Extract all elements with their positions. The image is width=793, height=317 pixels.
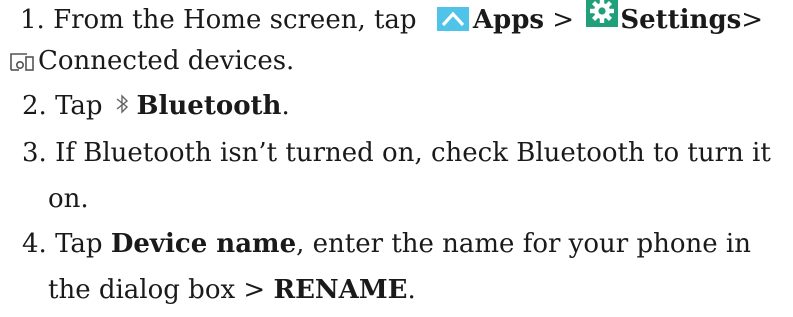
- connected-devices-icon: [8, 46, 36, 71]
- rename-label: RENAME: [273, 275, 408, 305]
- step-3-continuation: on.: [48, 184, 89, 214]
- step-4-number: 4.: [22, 229, 47, 259]
- step-3-line-1: 3. If Bluetooth isn’t turned on, check B…: [22, 133, 771, 173]
- step-4-continuation: the dialog box >: [48, 275, 266, 305]
- step-4-line-2: the dialog box > RENAME.: [48, 270, 416, 310]
- step-2-number: 2.: [22, 91, 47, 121]
- separator: >: [552, 5, 575, 35]
- step-4-text-b: , enter the name for your phone in: [296, 229, 751, 259]
- settings-gear-icon: [586, 0, 619, 27]
- step-1-number: 1.: [20, 5, 45, 35]
- step-3-number: 3.: [22, 138, 47, 168]
- step-2: 2. Tap Bluetooth.: [22, 86, 290, 126]
- step-1-line-2: Connected devices.: [8, 41, 294, 81]
- step-3-text: If Bluetooth isn’t turned on, check Blue…: [55, 138, 771, 168]
- step-1-line-1: 1. From the Home screen, tap Apps > Sett…: [20, 0, 763, 40]
- step-1-continuation: Connected devices.: [38, 46, 295, 76]
- device-name-label: Device name: [110, 229, 297, 259]
- step-4-text: Tap: [55, 229, 103, 259]
- step-1-text: From the Home screen, tap: [53, 5, 417, 35]
- settings-label: Settings: [620, 5, 742, 35]
- bluetooth-icon: [113, 89, 133, 114]
- apps-chevron-icon: [436, 3, 469, 31]
- period: .: [281, 91, 290, 121]
- step-3-line-2: on.: [48, 179, 89, 219]
- apps-label: Apps: [472, 5, 545, 35]
- step-2-text: Tap: [55, 91, 103, 121]
- period: .: [407, 275, 416, 305]
- step-4-line-1: 4. Tap Device name, enter the name for y…: [22, 224, 751, 264]
- separator: >: [741, 5, 764, 35]
- bluetooth-label: Bluetooth: [136, 91, 282, 121]
